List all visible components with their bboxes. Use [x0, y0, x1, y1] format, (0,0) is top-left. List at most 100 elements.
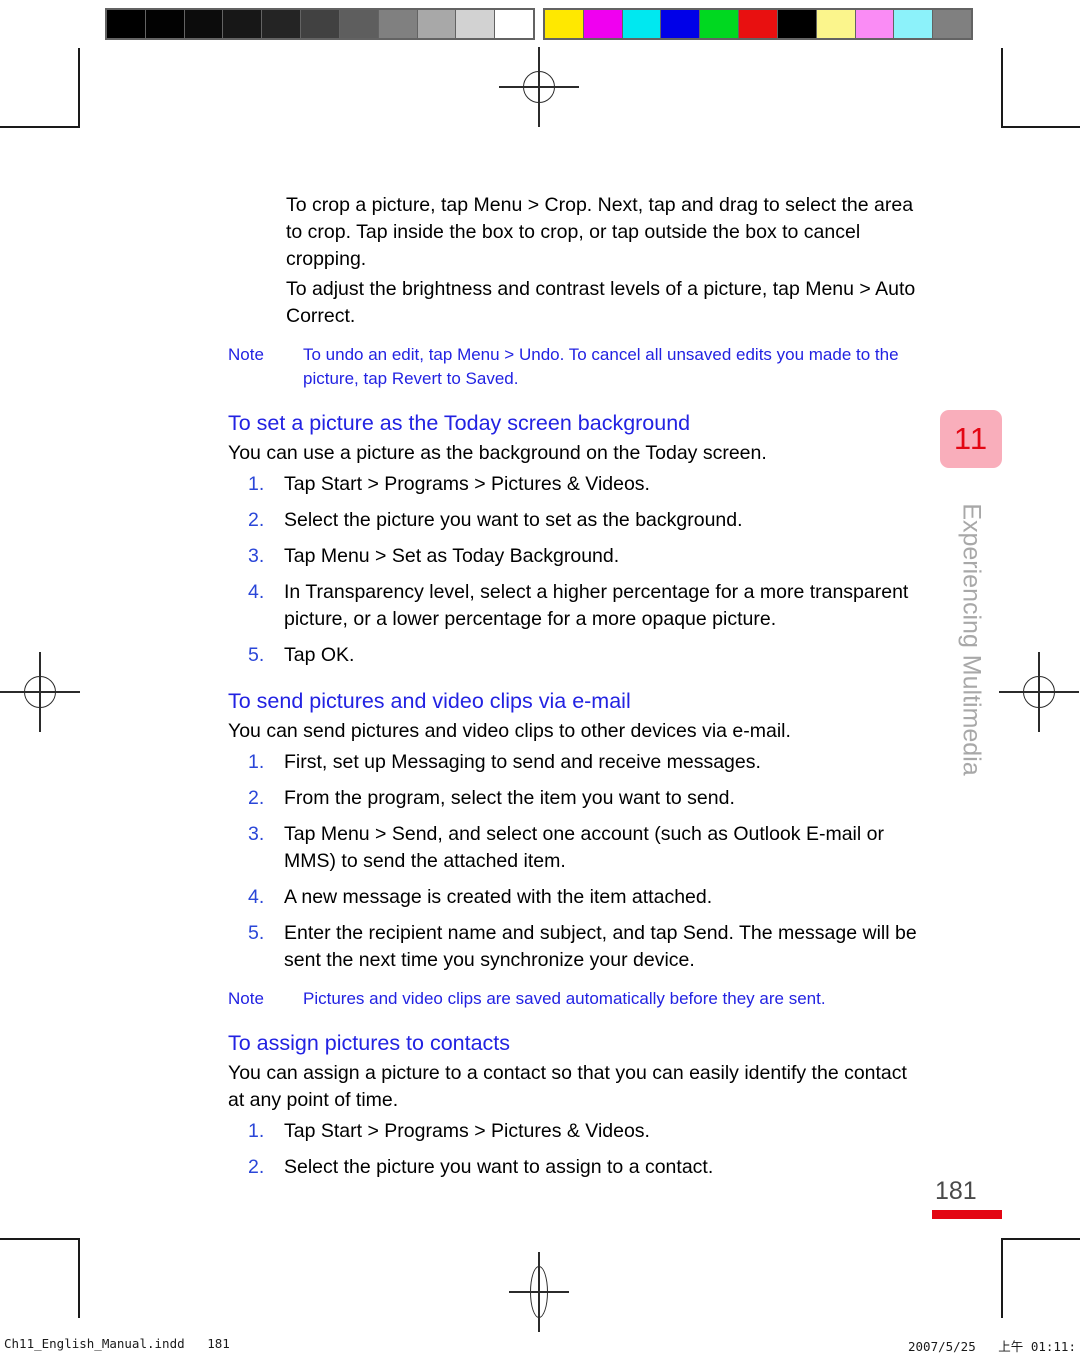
- list-item-text: First, set up Messaging to send and rece…: [284, 751, 761, 773]
- registration-circle: [1023, 676, 1055, 708]
- crop-mark-bottom-left-horizontal: [0, 1238, 79, 1240]
- chapter-tab: 11: [940, 410, 1002, 468]
- grayscale-swatch: [417, 10, 457, 38]
- paragraph-crop-instructions: To crop a picture, tap Menu > Crop. Next…: [286, 194, 914, 270]
- list-item-number: 4.: [248, 886, 265, 908]
- list-item-text: Tap OK.: [284, 644, 355, 666]
- color-swatch: [816, 10, 856, 38]
- footer-filename: Ch11_English_Manual.indd 181: [4, 1336, 230, 1351]
- list-item: 1. Tap Start > Programs > Pictures & Vide…: [228, 1118, 928, 1145]
- registration-circle: [24, 676, 56, 708]
- list-item: 4. In Transparency level, select a higher…: [228, 579, 928, 633]
- chapter-number: 11: [953, 421, 989, 456]
- intro-send-via-email: You can send pictures and video clips to…: [228, 720, 791, 742]
- list-item-number: 4.: [248, 581, 265, 603]
- note-saved-automatically: Note Pictures and video clips are saved …: [228, 987, 928, 1011]
- grayscale-swatch: [184, 10, 224, 38]
- registration-circle: [523, 71, 555, 103]
- color-swatch: [700, 10, 740, 38]
- note-text: To undo an edit, tap Menu > Undo. To can…: [303, 345, 899, 388]
- list-item-text: Select the picture you want to assign to…: [284, 1156, 714, 1178]
- intro-today-screen-background: You can use a picture as the background …: [228, 442, 767, 464]
- grayscale-calibration-bar: [105, 8, 535, 40]
- list-item: 1. First, set up Messaging to send and re…: [228, 749, 928, 776]
- color-swatch: [933, 10, 971, 38]
- crop-mark-top-right-vertical: [1001, 48, 1003, 128]
- registration-mark-left-middle: [0, 652, 80, 732]
- page-number-rule: [932, 1210, 1002, 1219]
- list-item: 5. Enter the recipient name and subject, …: [228, 920, 928, 974]
- list-item-text: Select the picture you want to set as th…: [284, 509, 743, 531]
- list-item-number: 3.: [248, 823, 265, 845]
- list-item-text: Tap Start > Programs > Pictures & Videos…: [284, 473, 650, 495]
- footer-timestamp: 2007/5/25 上午 01:11:: [908, 1339, 1076, 1354]
- list-item: 2. Select the picture you want to assign …: [228, 1154, 928, 1181]
- intro-assign-to-contacts: You can assign a picture to a contact so…: [228, 1062, 907, 1111]
- color-swatch: [739, 10, 778, 38]
- list-item-text: Tap Start > Programs > Pictures & Videos…: [284, 1120, 650, 1142]
- registration-mark-right-middle: [999, 652, 1079, 732]
- color-swatch: [777, 10, 817, 38]
- manual-page-content: To crop a picture, tap Menu > Crop. Next…: [228, 192, 928, 1190]
- list-item-text: Enter the recipient name and subject, an…: [284, 922, 917, 971]
- color-swatch: [894, 10, 934, 38]
- grayscale-swatch: [145, 10, 185, 38]
- list-item-number: 5.: [248, 922, 265, 944]
- registration-mark-top-center: [499, 47, 579, 127]
- list-item-text: From the program, select the item you wa…: [284, 787, 735, 809]
- print-calibration-bars: [0, 8, 1080, 40]
- grayscale-swatch: [262, 10, 302, 38]
- list-item-text: Tap Menu > Set as Today Background.: [284, 545, 620, 567]
- list-item: 3. Tap Menu > Send, and select one accoun…: [228, 821, 928, 875]
- crop-mark-bottom-right-vertical: [1001, 1238, 1003, 1318]
- grayscale-swatch: [378, 10, 418, 38]
- color-calibration-bar: [543, 8, 973, 40]
- color-swatch: [622, 10, 662, 38]
- list-item-number: 3.: [248, 545, 265, 567]
- crop-mark-bottom-left-vertical: [78, 1238, 80, 1318]
- list-item: 1. Tap Start > Programs > Pictures & Vide…: [228, 471, 928, 498]
- list-item: 2. Select the picture you want to set as …: [228, 507, 928, 534]
- crop-mark-top-right-horizontal: [1001, 126, 1080, 128]
- grayscale-swatch: [223, 10, 263, 38]
- heading-today-screen-background: To set a picture as the Today screen bac…: [228, 411, 691, 435]
- list-item-number: 2.: [248, 1156, 265, 1178]
- crop-mark-top-left-horizontal: [0, 126, 79, 128]
- grayscale-swatch: [301, 10, 340, 38]
- page-number-block: 181: [932, 1176, 1008, 1219]
- color-swatch: [583, 10, 623, 38]
- list-item-text: In Transparency level, select a higher p…: [284, 581, 909, 630]
- list-item-number: 1.: [248, 473, 265, 495]
- registration-ellipse: [530, 1266, 548, 1318]
- grayscale-swatch: [107, 10, 146, 38]
- crop-mark-bottom-right-horizontal: [1001, 1238, 1080, 1240]
- note-label: Note: [228, 989, 264, 1008]
- grayscale-swatch: [495, 10, 533, 38]
- color-swatch: [855, 10, 895, 38]
- print-footer: Ch11_English_Manual.indd 181 2007/5/25 上…: [0, 1336, 1080, 1360]
- chapter-title-vertical: Experiencing Multimedia: [940, 490, 1002, 810]
- list-item-number: 2.: [248, 787, 265, 809]
- list-item: 3. Tap Menu > Set as Today Background.: [228, 543, 928, 570]
- list-item-number: 2.: [248, 509, 265, 531]
- list-item-text: A new message is created with the item a…: [284, 886, 713, 908]
- list-item-text: Tap Menu > Send, and select one account …: [284, 823, 884, 872]
- list-item-number: 1.: [248, 1120, 265, 1142]
- note-undo-edit: Note To undo an edit, tap Menu > Undo. T…: [228, 343, 928, 391]
- grayscale-swatch: [456, 10, 496, 38]
- list-item-number: 5.: [248, 644, 265, 666]
- steps-send-via-email: 1. First, set up Messaging to send and re…: [228, 749, 928, 974]
- list-item: 4. A new message is created with the item…: [228, 884, 928, 911]
- steps-today-screen-background: 1. Tap Start > Programs > Pictures & Vide…: [228, 471, 928, 669]
- steps-assign-to-contacts: 1. Tap Start > Programs > Pictures & Vide…: [228, 1118, 928, 1181]
- color-swatch: [545, 10, 584, 38]
- page-number: 181: [935, 1177, 977, 1205]
- note-text: Pictures and video clips are saved autom…: [303, 989, 826, 1008]
- paragraph-auto-correct-instructions: To adjust the brightness and contrast le…: [286, 278, 916, 327]
- list-item: 5. Tap OK.: [228, 642, 928, 669]
- note-label: Note: [228, 345, 264, 364]
- heading-assign-to-contacts: To assign pictures to contacts: [228, 1031, 511, 1055]
- list-item-number: 1.: [248, 751, 265, 773]
- list-item: 2. From the program, select the item you …: [228, 785, 928, 812]
- chapter-title-text: Experiencing Multimedia: [957, 503, 986, 776]
